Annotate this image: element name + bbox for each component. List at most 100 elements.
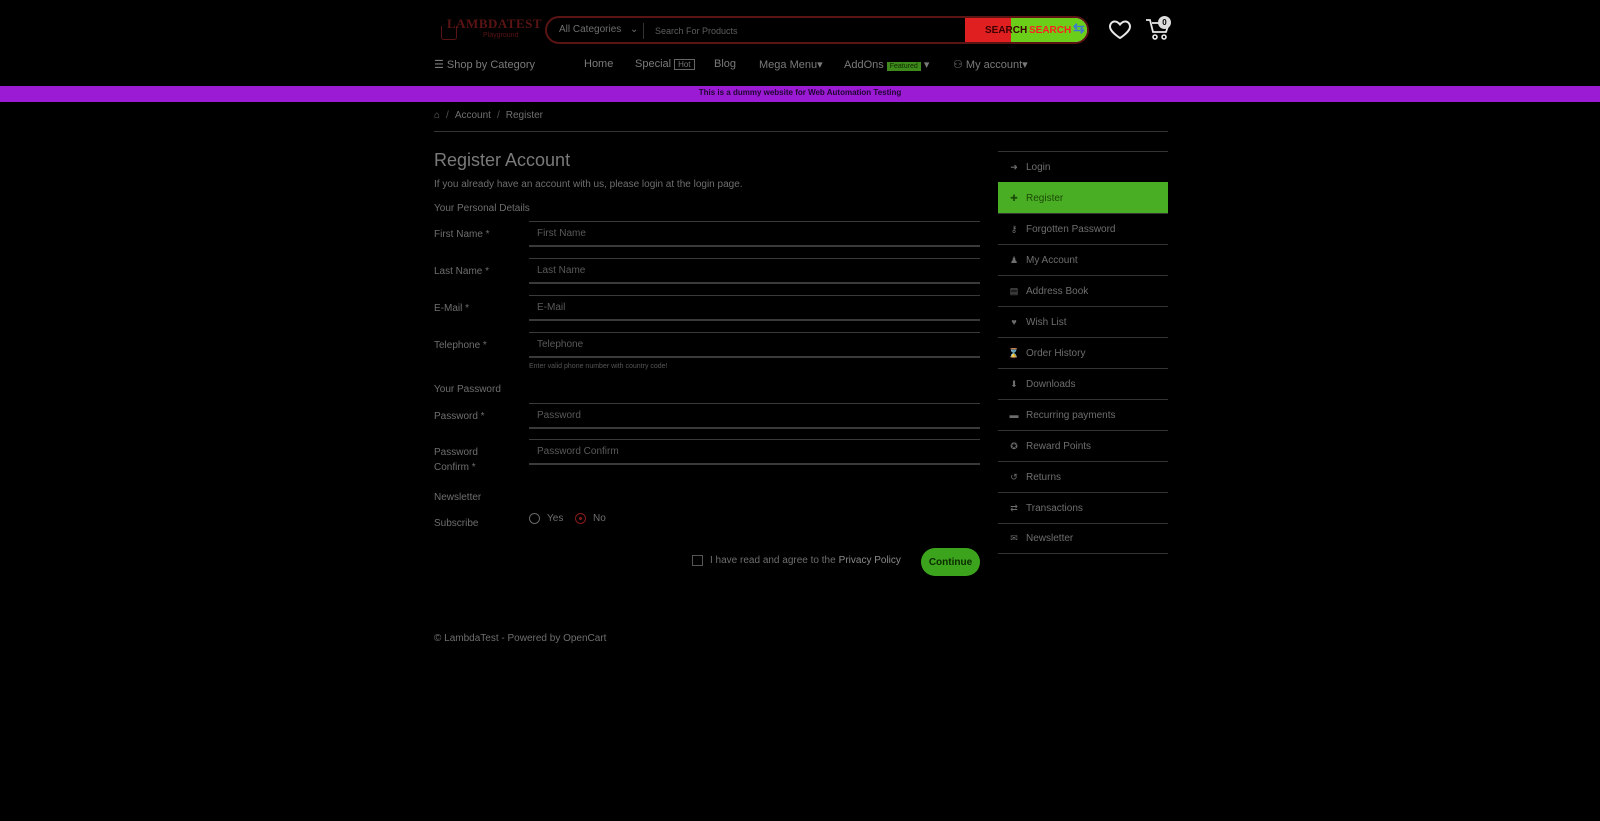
nav-addons-label: AddOns xyxy=(844,59,884,71)
sidebar-item-label: Recurring payments xyxy=(1026,409,1116,421)
category-select[interactable]: All Categories ⌄ xyxy=(559,24,638,35)
sidebar-item-transactions[interactable]: ⇄ Transactions xyxy=(998,492,1168,523)
featured-badge: Featured xyxy=(886,62,921,71)
promo-text: This is a dummy website for Web Automati… xyxy=(698,88,902,97)
last-name-field[interactable] xyxy=(529,258,980,284)
breadcrumb-separator: / xyxy=(496,110,500,121)
page-title: Register Account xyxy=(434,150,571,170)
chevron-down-icon: ⌄ xyxy=(630,24,639,35)
nav-special[interactable]: Special Hot xyxy=(635,58,695,70)
sidebar-item-address-book[interactable]: ▤ Address Book xyxy=(998,275,1168,306)
intro-text: If you already have an account with us, … xyxy=(434,179,743,190)
credit-card-icon: ▬ xyxy=(1009,410,1019,420)
chevron-down-icon: ▾ xyxy=(923,59,930,71)
compare-icon[interactable]: ⇆ xyxy=(1073,20,1085,37)
telephone-help-text: Enter valid phone number with country co… xyxy=(529,363,668,370)
subscribe-no-radio[interactable]: No xyxy=(575,513,606,524)
home-icon[interactable]: ⌂ xyxy=(434,110,440,121)
agree-checkbox[interactable] xyxy=(692,555,703,566)
sidebar-item-register[interactable]: ✚ Register xyxy=(998,182,1168,213)
nav-my-account[interactable]: ⚇ My account▾ xyxy=(953,58,1028,71)
search-button-label: SEARCH xyxy=(985,25,1028,36)
sidebar-item-label: Reward Points xyxy=(1026,440,1092,452)
address-book-icon: ▤ xyxy=(1009,285,1019,296)
sidebar-item-label: Newsletter xyxy=(1026,533,1074,544)
undo-icon: ↺ xyxy=(1010,471,1018,482)
radio-circle-selected xyxy=(575,513,586,524)
divider xyxy=(434,131,1168,132)
breadcrumb-account[interactable]: Account xyxy=(455,110,491,121)
radio-circle xyxy=(529,513,540,524)
sidebar-item-order-history[interactable]: ⌛ Order History xyxy=(998,337,1168,368)
sidebar-item-label: Login xyxy=(1026,161,1051,173)
sidebar-item-label: Wish List xyxy=(1026,316,1067,328)
hot-badge: Hot xyxy=(674,59,695,70)
privacy-policy-link[interactable]: Privacy Policy xyxy=(839,555,901,566)
first-name-label: First Name * xyxy=(434,229,490,240)
sidebar-item-newsletter[interactable]: ✉ Newsletter xyxy=(998,523,1168,554)
subscribe-no-label: No xyxy=(593,513,606,524)
last-name-label: Last Name * xyxy=(434,266,490,277)
sidebar-item-label: Returns xyxy=(1026,471,1062,483)
exchange-icon: ⇄ xyxy=(1010,502,1018,513)
sidebar-item-reward-points[interactable]: ✪ Reward Points xyxy=(998,430,1168,461)
nav-special-label: Special xyxy=(635,58,672,70)
sidebar-item-wish-list[interactable]: ♥ Wish List xyxy=(998,306,1168,337)
search-divider xyxy=(643,23,644,39)
subscribe-yes-label: Yes xyxy=(547,513,564,524)
agree-row: I have read and agree to the Privacy Pol… xyxy=(692,555,901,566)
sidebar-item-forgotten-password[interactable]: ⚷ Forgotten Password xyxy=(998,213,1168,244)
subscribe-yes-radio[interactable]: Yes xyxy=(529,513,563,524)
password-label: Password * xyxy=(434,411,485,422)
nav-shop-by-category[interactable]: ☰ Shop by Category xyxy=(434,58,535,71)
history-icon: ⌛ xyxy=(1008,347,1020,358)
nav-mega-menu-label: Mega Menu xyxy=(759,59,818,71)
password-legend: Your Password xyxy=(434,384,501,395)
breadcrumb-register[interactable]: Register xyxy=(506,110,543,121)
sidebar-item-label: Downloads xyxy=(1026,378,1076,390)
user-plus-icon: ✚ xyxy=(1010,192,1018,203)
password-field[interactable] xyxy=(529,403,980,429)
sidebar-item-recurring-payments[interactable]: ▬ Recurring payments xyxy=(998,399,1168,430)
sign-in-icon: ➜ xyxy=(1010,161,1018,172)
breadcrumb: ⌂ / Account / Register xyxy=(434,110,543,121)
nav-blog[interactable]: Blog xyxy=(714,58,736,70)
heart-icon: ♥ xyxy=(1011,317,1017,327)
sidebar-item-login[interactable]: ➜ Login xyxy=(998,151,1168,182)
nav-my-account-label: My account xyxy=(965,59,1023,71)
continue-button[interactable]: Continue xyxy=(921,548,980,576)
download-icon: ⬇ xyxy=(1010,378,1018,389)
sidebar-item-my-account[interactable]: ♟ My Account xyxy=(998,244,1168,275)
sidebar-item-label: Forgotten Password xyxy=(1026,223,1116,235)
search-input[interactable] xyxy=(655,21,945,41)
agree-text: I have read and agree to the xyxy=(710,555,836,566)
search-button[interactable]: SEARCH SEARCH xyxy=(965,18,1087,42)
sidebar-item-returns[interactable]: ↺ Returns xyxy=(998,461,1168,492)
nav-addons[interactable]: AddOns Featured ▾ xyxy=(844,58,929,71)
key-icon: ⚷ xyxy=(1010,223,1018,234)
personal-details-legend: Your Personal Details xyxy=(434,203,530,214)
user-icon: ⚇ xyxy=(953,59,966,71)
logo-title: LAMBDATEST xyxy=(447,16,543,31)
site-logo[interactable]: LAMBDATEST Playground xyxy=(441,14,542,46)
sidebar-item-downloads[interactable]: ⬇ Downloads xyxy=(998,368,1168,399)
footer-text: © LambdaTest - Powered by OpenCart xyxy=(434,633,607,644)
chevron-down-icon: ▾ xyxy=(817,59,823,71)
user-icon: ♟ xyxy=(1009,254,1019,265)
email-field[interactable] xyxy=(529,295,980,321)
search-bar: All Categories ⌄ SEARCH SEARCH xyxy=(545,16,1089,44)
subscribe-label: Subscribe xyxy=(434,518,479,529)
nav-home[interactable]: Home xyxy=(584,58,613,70)
menu-icon: ☰ xyxy=(434,59,447,71)
logo-subtitle: Playground xyxy=(483,32,519,39)
first-name-field[interactable] xyxy=(529,221,980,247)
email-label: E-Mail * xyxy=(434,303,470,314)
password-confirm-field[interactable] xyxy=(529,439,980,465)
sidebar-item-label: Transactions xyxy=(1026,502,1083,514)
heart-icon[interactable] xyxy=(1108,17,1132,41)
breadcrumb-separator: / xyxy=(446,110,449,121)
nav-mega-menu[interactable]: Mega Menu▾ xyxy=(759,58,823,71)
telephone-field[interactable] xyxy=(529,332,980,358)
category-select-value: All Categories xyxy=(559,24,622,35)
account-sidebar: ➜ Login ✚ Register ⚷ Forgotten Password ♟ My… xyxy=(998,151,1168,554)
